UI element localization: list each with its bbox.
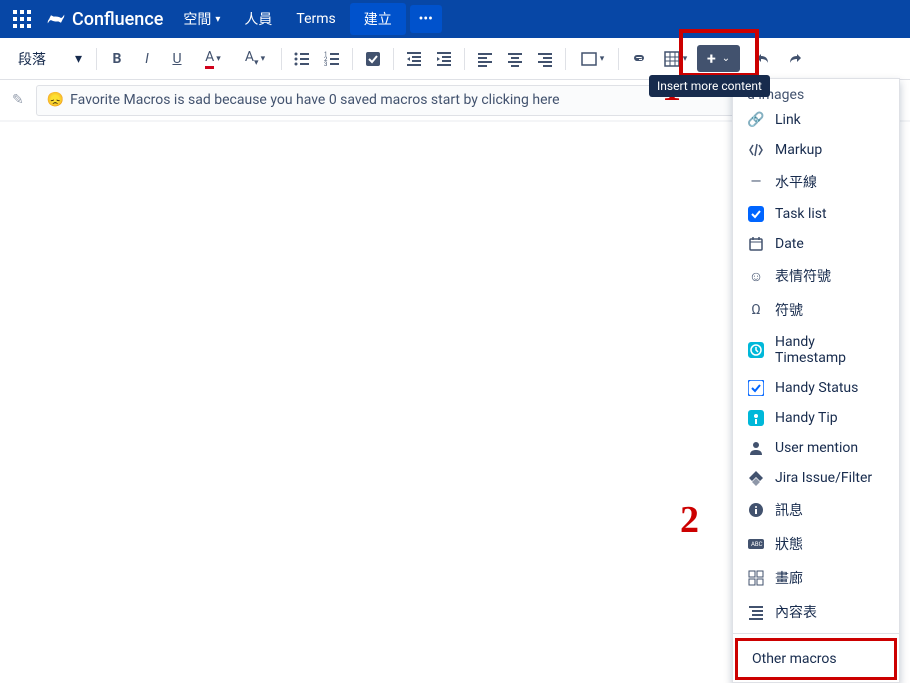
chevron-down-icon: ▾ [683, 54, 688, 64]
dd-date[interactable]: Date [733, 229, 899, 259]
separator [464, 48, 465, 70]
editor-toolbar: 段落▾ B I U A▾ A▾▾ 123 ▾ ▾ + ⌄ Insert more… [0, 38, 910, 80]
underline-button[interactable]: U [163, 45, 191, 73]
dd-emoji[interactable]: ☺表情符號 [733, 259, 899, 293]
app-switcher-icon[interactable] [8, 5, 36, 33]
jira-icon [747, 470, 765, 486]
user-icon [747, 440, 765, 456]
nav-spaces[interactable]: 空間▾ [173, 3, 230, 35]
tip-icon [747, 410, 765, 426]
separator [352, 48, 353, 70]
dd-toc[interactable]: 內容表 [733, 595, 899, 629]
insert-more-dropdown: d images 🔗Link Markup —水平線 Task list Dat… [732, 78, 900, 683]
emoji-icon: ☺ [747, 268, 765, 284]
italic-button[interactable]: I [133, 45, 161, 73]
dd-handy-status[interactable]: Handy Status [733, 373, 899, 403]
dd-jira-issue[interactable]: Jira Issue/Filter [733, 463, 899, 493]
annotation-number-2: 2 [680, 498, 699, 542]
task-button[interactable] [359, 45, 387, 73]
text-color-button[interactable]: A▾ [193, 45, 233, 73]
nav-people[interactable]: 人員 [234, 3, 282, 35]
toc-icon [747, 604, 765, 620]
nav-terms[interactable]: Terms [286, 5, 345, 33]
outdent-button[interactable] [400, 45, 428, 73]
task-icon [747, 206, 765, 222]
dd-status[interactable]: ABC狀態 [733, 527, 899, 561]
layout-button[interactable]: ▾ [572, 45, 612, 73]
table-button[interactable]: ▾ [655, 45, 695, 73]
check-icon [747, 380, 765, 396]
banner-text: Favorite Macros is sad because you have … [70, 92, 559, 108]
separator [618, 48, 619, 70]
dd-horizontal-rule[interactable]: —水平線 [733, 165, 899, 199]
link-button[interactable] [625, 45, 653, 73]
dd-user-mention[interactable]: User mention [733, 433, 899, 463]
chevron-down-icon: ▾ [215, 14, 220, 25]
separator [733, 633, 899, 634]
insert-more-button[interactable]: + ⌄ [697, 45, 740, 72]
align-center-button[interactable] [501, 45, 529, 73]
markup-icon [747, 142, 765, 158]
chevron-down-icon: ▾ [261, 54, 266, 64]
chevron-down-icon: ▾ [600, 54, 605, 64]
insert-more-tooltip: Insert more content [649, 75, 770, 97]
separator [565, 48, 566, 70]
bullet-list-button[interactable] [288, 45, 316, 73]
undo-button[interactable] [750, 45, 778, 73]
separator [281, 48, 282, 70]
symbol-icon: Ω [747, 302, 765, 318]
confluence-logo[interactable]: Confluence [46, 9, 163, 30]
dd-other-macros[interactable]: Other macros [735, 638, 897, 680]
sad-emoji-icon: 😞 [47, 92, 64, 108]
redo-button[interactable] [780, 45, 808, 73]
status-icon: ABC [747, 536, 765, 552]
paragraph-style-select[interactable]: 段落▾ [10, 45, 90, 73]
dd-symbol[interactable]: Ω符號 [733, 293, 899, 327]
create-button[interactable]: 建立 [350, 3, 406, 35]
dd-handy-tip[interactable]: Handy Tip [733, 403, 899, 433]
dd-markup[interactable]: Markup [733, 135, 899, 165]
number-list-button[interactable]: 123 [318, 45, 346, 73]
dd-task-list[interactable]: Task list [733, 199, 899, 229]
edit-icon: ✎ [12, 92, 24, 108]
clock-icon [747, 342, 765, 358]
svg-text:3: 3 [324, 61, 327, 68]
indent-button[interactable] [430, 45, 458, 73]
chevron-down-icon: ▾ [216, 54, 221, 64]
chevron-down-icon: ▾ [75, 51, 82, 67]
link-icon: 🔗 [747, 112, 765, 128]
info-icon [747, 502, 765, 518]
dd-info[interactable]: 訊息 [733, 493, 899, 527]
dd-handy-timestamp[interactable]: Handy Timestamp [733, 327, 899, 373]
dd-gallery[interactable]: 畫廊 [733, 561, 899, 595]
separator [393, 48, 394, 70]
hr-icon: — [747, 174, 765, 190]
top-nav: Confluence 空間▾ 人員 Terms 建立 ••• [0, 0, 910, 38]
app-name: Confluence [72, 9, 163, 30]
calendar-icon [747, 236, 765, 252]
dd-link[interactable]: 🔗Link [733, 105, 899, 135]
align-left-button[interactable] [471, 45, 499, 73]
plus-icon: + [707, 49, 716, 68]
chevron-down-icon: ⌄ [722, 53, 730, 64]
svg-text:ABC: ABC [751, 541, 763, 548]
bold-button[interactable]: B [103, 45, 131, 73]
more-formatting-button[interactable]: A▾▾ [235, 45, 275, 73]
separator [96, 48, 97, 70]
more-button[interactable]: ••• [410, 5, 442, 33]
align-right-button[interactable] [531, 45, 559, 73]
